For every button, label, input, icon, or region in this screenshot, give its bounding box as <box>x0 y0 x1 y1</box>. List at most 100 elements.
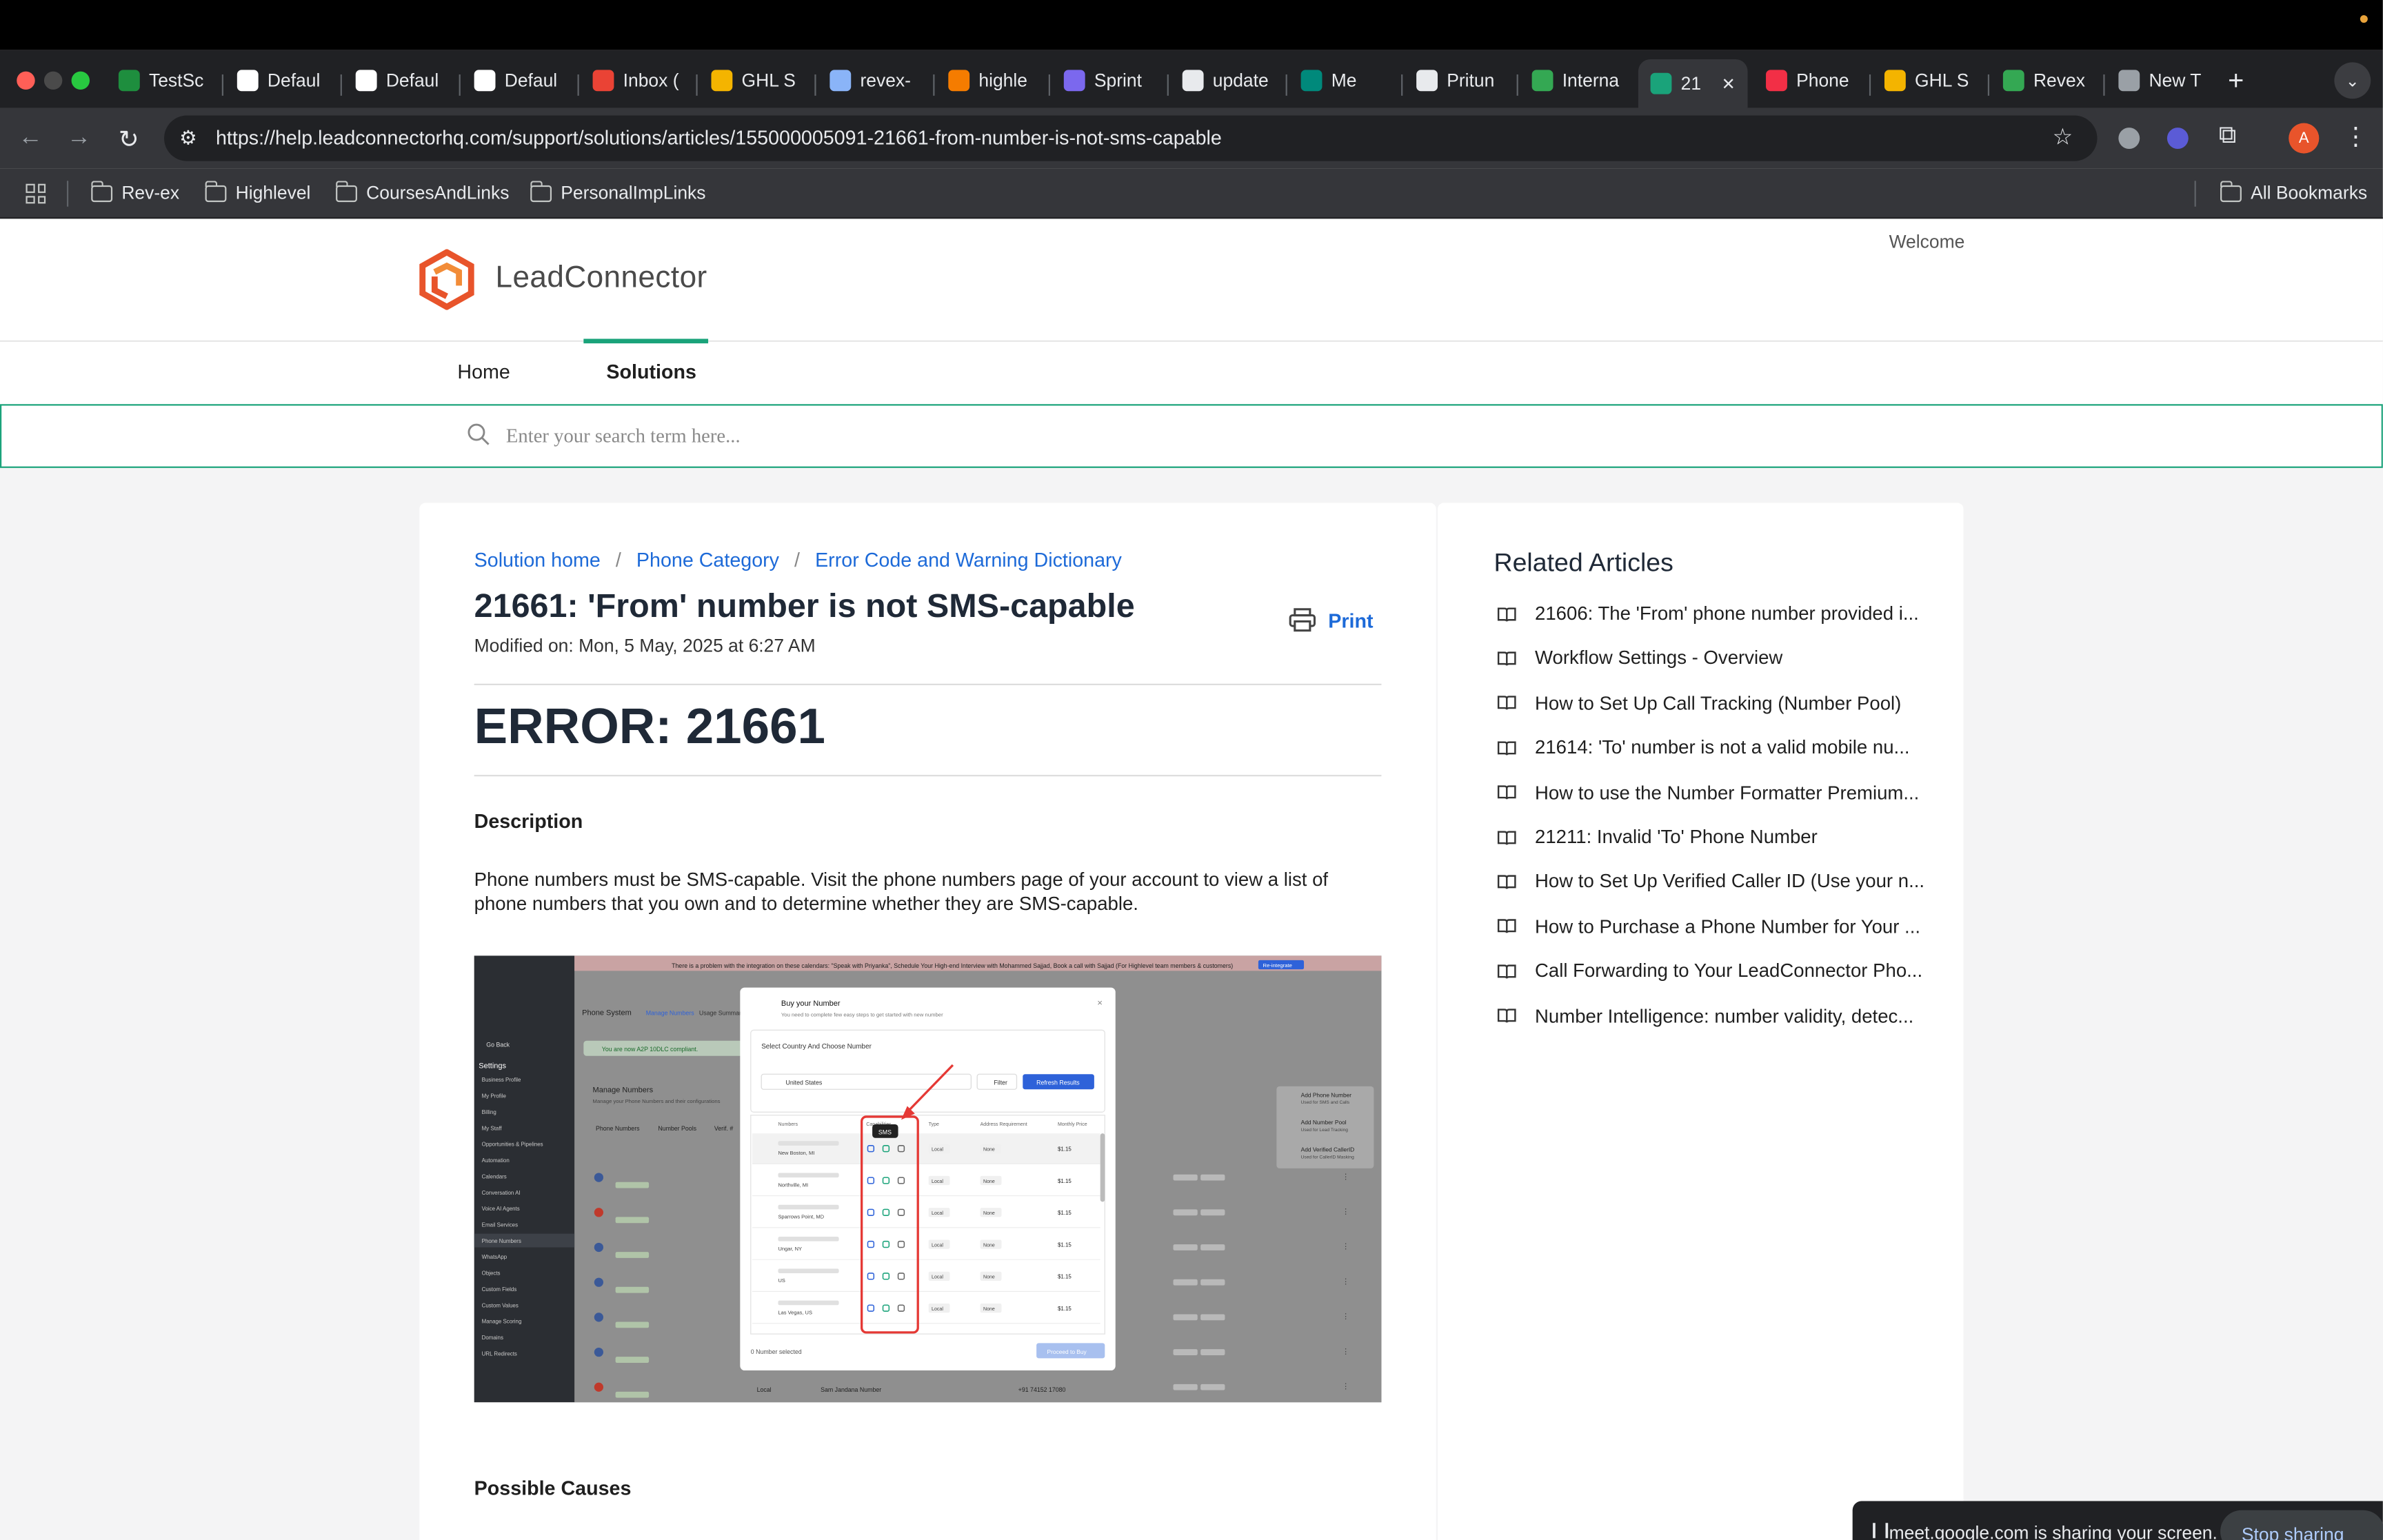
twilio-icon <box>1766 70 1787 92</box>
screenshot-modal-proceed: Proceed to Buy <box>1047 1348 1087 1355</box>
search-input[interactable] <box>505 419 1418 453</box>
screen-share-message: meet.google.com is sharing your screen. <box>1889 1522 2218 1540</box>
browser-window: + ⌄ TestSc Defaul Defaul Defaul Inbox (GHL S… <box>0 0 2383 1540</box>
screenshot-menu-item: Phone Numbers <box>482 1238 521 1244</box>
browser-tab[interactable]: Defaul <box>225 59 337 102</box>
profile-avatar[interactable]: A <box>2289 123 2320 154</box>
extension-1-icon[interactable] <box>2118 128 2140 149</box>
screenshot-menu-item: My Profile <box>482 1093 507 1100</box>
brand-name[interactable]: LeadConnector <box>496 261 707 296</box>
apps-grid-icon[interactable] <box>26 183 46 204</box>
browser-tab[interactable]: 21 ✕ <box>1638 59 1748 108</box>
stop-sharing-button[interactable]: Stop sharing <box>2220 1510 2383 1540</box>
article-screenshot[interactable]: There is a problem with the integration … <box>474 955 1382 1403</box>
bookmark-personal[interactable]: PersonalImpLinks <box>530 180 706 203</box>
browser-tab[interactable]: Revex <box>1991 59 2100 102</box>
close-tab-icon[interactable]: ✕ <box>1722 74 1736 93</box>
pritunl-icon <box>1416 70 1438 92</box>
browser-tab[interactable]: highle <box>936 59 1046 102</box>
browser-tab[interactable]: Defaul <box>343 59 456 102</box>
browser-tab[interactable]: Me <box>1289 59 1398 102</box>
forward-icon[interactable]: → <box>67 125 91 152</box>
url-text[interactable]: https://help.leadconnectorhq.com/support… <box>216 126 1222 149</box>
address-bar[interactable]: ⚙ https://help.leadconnectorhq.com/suppo… <box>164 115 2098 161</box>
divider <box>474 775 1382 777</box>
breadcrumb-solution-home[interactable]: Solution home <box>474 549 601 571</box>
bookmark-label: CoursesAndLinks <box>366 182 510 204</box>
screenshot-tab-manage: Manage Numbers <box>646 1009 695 1016</box>
related-article-title: How to use the Number Formatter Premium.… <box>1535 782 1920 804</box>
browser-tab[interactable]: Phone <box>1753 59 1866 102</box>
site-info-icon[interactable]: ⚙ <box>179 126 197 150</box>
browser-tab[interactable]: Sprint <box>1052 59 1164 102</box>
related-article-link[interactable]: 21606: The 'From' phone number provided … <box>1497 603 1919 625</box>
screenshot-number-location: Ungar, NY <box>778 1246 802 1252</box>
all-bookmarks[interactable]: All Bookmarks <box>2219 180 2367 203</box>
related-article-link[interactable]: How to use the Number Formatter Premium.… <box>1497 782 1919 803</box>
active-tab-indicator <box>583 338 709 344</box>
bookmark-courses[interactable]: CoursesAndLinks <box>334 180 510 204</box>
browser-tab[interactable]: TestSc <box>106 59 219 102</box>
tab-label: Defaul <box>504 70 558 92</box>
nav-solutions[interactable]: Solutions <box>606 360 696 383</box>
screenshot-number-address: None <box>983 1243 995 1248</box>
related-articles-panel: Related Articles 21606: The 'From' phone… <box>1437 503 1964 1540</box>
browser-tab[interactable]: update <box>1170 59 1283 102</box>
divider <box>474 683 1382 686</box>
breadcrumb-error-dictionary[interactable]: Error Code and Warning Dictionary <box>815 549 1122 571</box>
bookmark-rev-ex[interactable]: Rev-ex <box>90 180 179 203</box>
screenshot-row-menu-icon: ⋮ <box>1342 1382 1349 1390</box>
browser-tab[interactable]: GHL S <box>699 59 812 102</box>
bookmark-highlevel[interactable]: Highlevel <box>204 180 310 203</box>
related-article-link[interactable]: Workflow Settings - Overview <box>1497 648 1782 669</box>
reload-icon[interactable]: ↻ <box>119 125 139 155</box>
related-article-title: Call Forwarding to Your LeadConnector Ph… <box>1535 960 1923 982</box>
screenshot-number-location: Northville, MI <box>778 1182 808 1188</box>
screenshot-flag-icon <box>594 1347 603 1357</box>
nav-home[interactable]: Home <box>457 360 510 383</box>
breadcrumb-phone-category[interactable]: Phone Category <box>636 549 779 571</box>
related-article-link[interactable]: 21211: Invalid 'To' Phone Number <box>1497 827 1818 848</box>
browser-tab[interactable]: Pritun <box>1404 59 1514 102</box>
leadconnector-logo-icon[interactable] <box>416 249 477 310</box>
extensions-puzzle-icon[interactable]: ⧉ <box>2219 123 2236 151</box>
browser-tab[interactable]: New T <box>2107 59 2219 102</box>
browser-tab[interactable]: Interna <box>1520 59 1632 102</box>
maximize-window-icon[interactable] <box>71 71 90 90</box>
screenshot-reintegrate: Re-integrate <box>1263 962 1292 969</box>
book-icon <box>1497 785 1516 800</box>
bookmark-star-icon[interactable]: ☆ <box>2053 123 2073 150</box>
tab-separator <box>696 74 698 96</box>
extension-2-icon[interactable] <box>2166 128 2189 149</box>
new-tab-icon[interactable]: + <box>2228 65 2244 97</box>
related-article-link[interactable]: How to Purchase a Phone Number for Your … <box>1497 916 1920 937</box>
browser-menu-icon[interactable]: ⋮ <box>2344 121 2368 152</box>
related-article-link[interactable]: How to Set Up Call Tracking (Number Pool… <box>1497 693 1901 713</box>
browser-tab[interactable]: Defaul <box>462 59 574 102</box>
screenshot-flag-icon <box>594 1242 603 1253</box>
article-card: Solution home / Phone Category / Error C… <box>419 503 1436 1540</box>
related-article-link[interactable]: Call Forwarding to Your LeadConnector Ph… <box>1497 960 1922 982</box>
screenshot-modal-selected: 0 Number selected <box>751 1348 802 1355</box>
related-article-link[interactable]: How to Set Up Verified Caller ID (Use yo… <box>1497 871 1924 893</box>
bookmarks-divider <box>66 181 69 207</box>
screenshot-subtab-verif: Verif. # <box>714 1125 733 1132</box>
site-header: LeadConnector Welcome <box>0 219 2383 342</box>
related-article-link[interactable]: 21614: 'To' number is not a valid mobile… <box>1497 737 1910 758</box>
screenshot-number-price: $1.15 <box>1058 1178 1072 1184</box>
related-article-link[interactable]: Number Intelligence: number validity, de… <box>1497 1005 1913 1026</box>
print-button[interactable]: Print <box>1289 608 1374 632</box>
tab-label: Defaul <box>385 70 439 92</box>
browser-tab[interactable]: GHL S <box>1872 59 1984 102</box>
browser-tab[interactable]: Inbox ( <box>581 59 693 102</box>
back-icon[interactable]: ← <box>18 125 42 152</box>
screenshot-modal-filter: Filter <box>994 1080 1007 1086</box>
minimize-window-icon[interactable] <box>43 71 63 90</box>
browser-tab[interactable]: revex- <box>818 59 930 102</box>
tab-label: New T <box>2149 70 2202 92</box>
tab-search-icon[interactable]: ⌄ <box>2334 62 2371 99</box>
book-icon <box>1497 607 1516 621</box>
meet-icon <box>1300 70 1323 92</box>
close-window-icon[interactable] <box>17 71 35 90</box>
system-menubar <box>0 0 2383 50</box>
